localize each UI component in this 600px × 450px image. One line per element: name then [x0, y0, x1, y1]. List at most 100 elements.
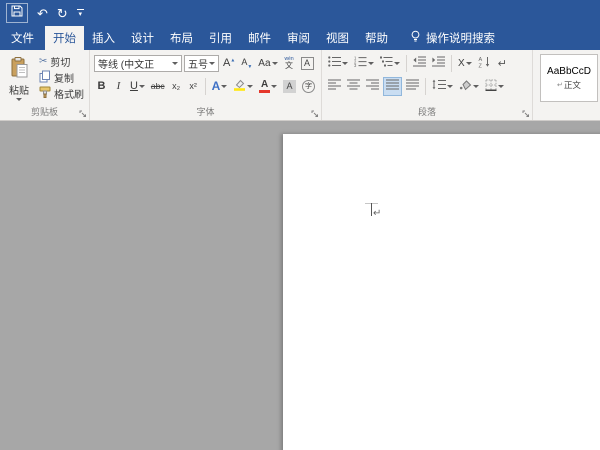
paste-clipboard-icon: [11, 57, 28, 81]
numbering-button[interactable]: 123: [352, 54, 376, 73]
font-name-combobox[interactable]: 等线 (中文正: [94, 55, 182, 72]
tab-home[interactable]: 开始: [45, 26, 84, 50]
font-dialog-launcher[interactable]: [309, 108, 320, 119]
style-normal-card[interactable]: AaBbCcD ↵正文: [540, 54, 598, 102]
divider: [406, 55, 407, 72]
underline-dropdown-icon: [139, 85, 145, 88]
character-shading-button[interactable]: A: [281, 77, 298, 96]
paragraph-group-label: 段落: [323, 106, 531, 120]
font-size-value: 五号: [188, 56, 208, 71]
italic-button[interactable]: I: [111, 77, 126, 96]
cut-label: 剪切: [50, 54, 70, 69]
show-hide-marks-button[interactable]: ↵: [495, 54, 510, 73]
asian-layout-icon: X: [458, 58, 465, 69]
highlight-color-button[interactable]: [231, 77, 255, 96]
tab-file[interactable]: 文件: [0, 26, 45, 50]
text-effects-button[interactable]: A: [210, 77, 230, 96]
tab-review[interactable]: 审阅: [279, 26, 318, 50]
clipboard-group-label: 剪贴板: [1, 106, 88, 120]
text-cursor: [371, 203, 372, 216]
shading-button[interactable]: [457, 77, 481, 96]
enclose-characters-icon: 字: [302, 80, 315, 93]
text-effects-dropdown-icon: [221, 85, 227, 88]
numbered-list-icon: 123: [354, 56, 367, 70]
character-border-button[interactable]: A: [299, 54, 316, 73]
highlight-pen-icon: [233, 78, 246, 94]
bold-button[interactable]: B: [94, 77, 109, 96]
paragraph-dialog-launcher[interactable]: [520, 108, 531, 119]
paste-dropdown-icon: [16, 98, 22, 101]
tab-design[interactable]: 设计: [123, 26, 162, 50]
bullets-button[interactable]: [326, 54, 350, 73]
superscript-button[interactable]: x²: [186, 77, 201, 96]
character-border-icon: A: [301, 57, 314, 70]
tab-insert[interactable]: 插入: [84, 26, 123, 50]
font-name-value: 等线 (中文正: [98, 56, 154, 71]
justify-icon: [386, 79, 399, 93]
copy-button[interactable]: 复制: [37, 70, 86, 85]
line-spacing-button[interactable]: [430, 77, 455, 96]
paragraph-mark-icon: ↵: [498, 57, 507, 70]
font-group: 等线 (中文正 五号 A▲ A▼ Aa wén文 A: [90, 50, 322, 120]
divider: [425, 78, 426, 95]
distribute-button[interactable]: [404, 77, 421, 96]
save-button[interactable]: [6, 3, 28, 23]
tab-mailings[interactable]: 邮件: [240, 26, 279, 50]
font-group-label: 字体: [91, 106, 320, 120]
undo-button[interactable]: ↶: [37, 7, 48, 20]
customize-quick-access-icon: [77, 9, 84, 10]
align-right-icon: [366, 79, 379, 93]
align-left-button[interactable]: [326, 77, 343, 96]
tab-layout[interactable]: 布局: [162, 26, 201, 50]
distribute-icon: [406, 79, 419, 93]
font-color-button[interactable]: A: [257, 77, 279, 96]
paste-button[interactable]: 粘贴: [1, 51, 37, 106]
justify-button[interactable]: [383, 77, 402, 96]
tab-view[interactable]: 视图: [318, 26, 357, 50]
divider: [451, 55, 452, 72]
character-shading-icon: A: [283, 80, 296, 93]
copy-label: 复制: [54, 70, 74, 85]
cut-button[interactable]: ✂ 剪切: [37, 54, 86, 69]
phonetic-guide-button[interactable]: wén文: [282, 54, 297, 73]
multilevel-list-icon: [380, 56, 393, 70]
borders-button[interactable]: [483, 77, 506, 96]
sort-button[interactable]: AZ: [476, 54, 493, 73]
tell-me-label: 操作说明搜索: [426, 30, 495, 46]
lightbulb-icon: [410, 30, 421, 46]
svg-text:3: 3: [354, 63, 357, 67]
clipboard-dialog-launcher[interactable]: [77, 108, 88, 119]
sort-icon: AZ: [478, 56, 491, 71]
enclose-characters-button[interactable]: 字: [300, 77, 317, 96]
divider: [205, 78, 206, 95]
change-case-dropdown-icon: [272, 62, 278, 65]
document-page[interactable]: ↵: [283, 134, 600, 450]
decrease-indent-button[interactable]: [411, 54, 428, 73]
shrink-font-button[interactable]: A▼: [239, 54, 254, 73]
tab-help[interactable]: 帮助: [357, 26, 396, 50]
strikethrough-button[interactable]: abc: [149, 77, 167, 96]
grow-font-button[interactable]: A▲: [221, 54, 237, 73]
text-effects-icon: A: [212, 79, 221, 93]
align-center-button[interactable]: [345, 77, 362, 96]
multilevel-list-button[interactable]: [378, 54, 402, 73]
highlight-dropdown-icon: [247, 85, 253, 88]
tell-me-search[interactable]: 操作说明搜索: [410, 26, 495, 50]
subscript-button[interactable]: x₂: [169, 77, 184, 96]
font-color-dropdown-icon: [271, 85, 277, 88]
borders-icon: [485, 79, 497, 94]
tab-references[interactable]: 引用: [201, 26, 240, 50]
styles-group-label: [534, 106, 599, 120]
underline-button[interactable]: U: [128, 77, 147, 96]
change-case-button[interactable]: Aa: [256, 54, 279, 73]
font-size-combobox[interactable]: 五号: [184, 55, 219, 72]
align-right-button[interactable]: [364, 77, 381, 96]
format-painter-button[interactable]: 格式刷: [37, 86, 86, 101]
increase-indent-button[interactable]: [430, 54, 447, 73]
paragraph-group: 123 X: [322, 50, 533, 120]
asian-layout-dropdown-icon: [466, 62, 472, 65]
title-bar: ↶ ↻ ▾: [0, 0, 600, 26]
asian-layout-button[interactable]: X: [456, 54, 474, 73]
redo-button[interactable]: ↻: [57, 7, 68, 20]
customize-quick-access-button[interactable]: ▾: [77, 9, 84, 18]
